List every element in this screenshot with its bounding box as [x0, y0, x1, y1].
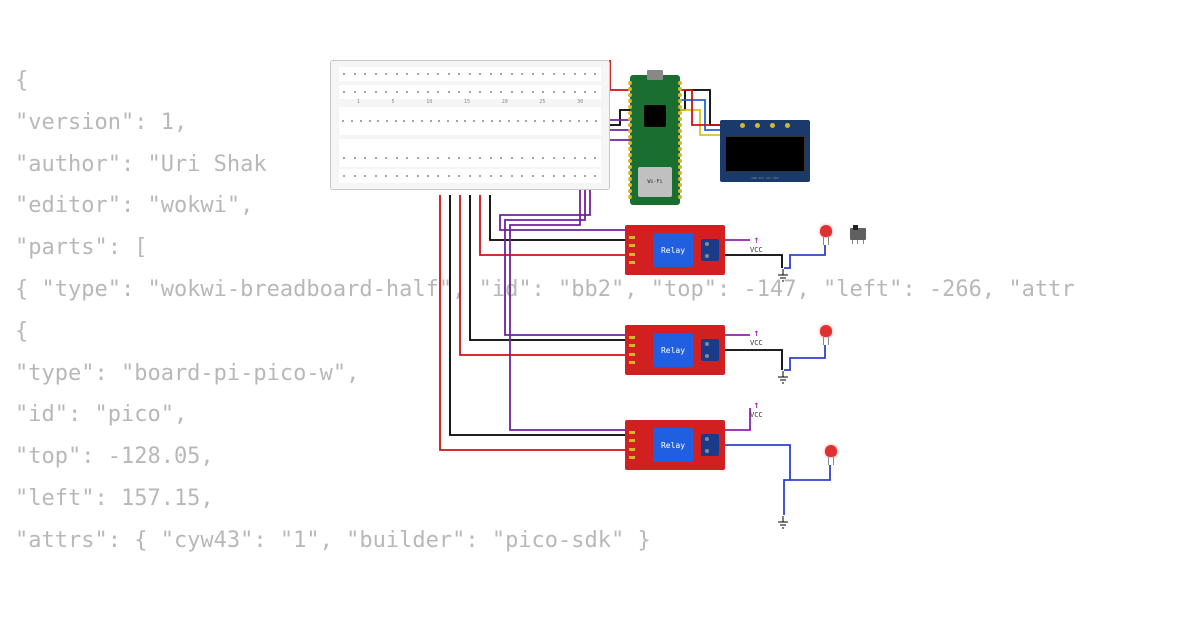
pico-pins-left: [628, 80, 632, 200]
led-2[interactable]: [820, 325, 832, 337]
breadboard-column-numbers: 151015202530: [341, 99, 599, 105]
oled-screen: [725, 136, 805, 172]
relay-terminal-icon: [701, 434, 719, 456]
relay-label: Relay: [653, 428, 693, 462]
led-1[interactable]: [820, 225, 832, 237]
rp2040-chip-icon: [644, 105, 666, 127]
relay-label: Relay: [653, 333, 693, 367]
relay-label: Relay: [653, 233, 693, 267]
circuit-canvas[interactable]: 151015202530 Wi-Fi GND VCC SCL SDA Relay…: [330, 60, 1180, 620]
oled-display[interactable]: GND VCC SCL SDA: [720, 120, 810, 182]
breadboard[interactable]: 151015202530: [330, 60, 610, 190]
oled-pins: [735, 123, 795, 131]
usb-connector-icon: [647, 70, 663, 80]
relay-module-3[interactable]: Relay: [625, 420, 725, 470]
relay-terminal-icon: [701, 339, 719, 361]
vcc-label: VCC: [750, 235, 763, 254]
wifi-module-label: Wi-Fi: [638, 167, 672, 197]
vcc-label: VCC: [750, 400, 763, 419]
slide-switch[interactable]: [850, 228, 866, 240]
pico-pins-right: [678, 80, 682, 200]
relay-terminal-icon: [701, 239, 719, 261]
led-3[interactable]: [825, 445, 837, 457]
pi-pico-w-board[interactable]: Wi-Fi: [630, 75, 680, 205]
ground-symbol-icon: [777, 370, 789, 384]
ground-symbol-icon: [777, 268, 789, 282]
vcc-label: VCC: [750, 328, 763, 347]
oled-pin-labels: GND VCC SCL SDA: [720, 176, 810, 180]
relay-module-1[interactable]: Relay: [625, 225, 725, 275]
ground-symbol-icon: [777, 515, 789, 529]
relay-module-2[interactable]: Relay: [625, 325, 725, 375]
